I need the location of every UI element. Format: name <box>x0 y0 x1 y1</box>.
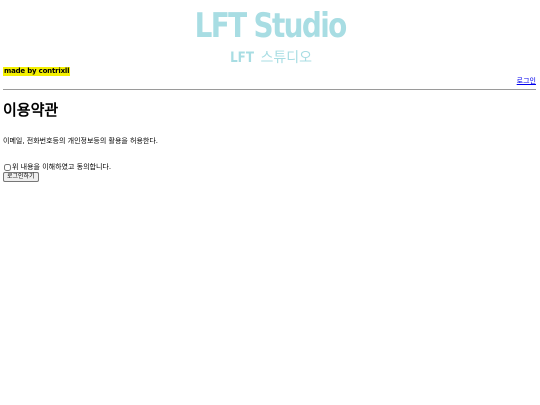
made-by-badge: made by contrixll <box>3 67 71 76</box>
header-divider <box>3 89 536 90</box>
logo-subtitle: LFT 스튜디오 <box>0 48 540 68</box>
logo-subtitle-brand: LFT <box>230 50 254 66</box>
logo-title: LFT Studio <box>194 6 347 46</box>
consent-text: 이메일, 전화번호등의 개인정보등의 활용을 허용한다. <box>3 137 159 145</box>
page-title: 이용약관 <box>3 101 59 119</box>
login-button[interactable]: 로그인하기 <box>3 172 39 182</box>
agree-checkbox[interactable] <box>4 163 11 171</box>
logo-subtitle-text: 스튜디오 <box>256 50 313 66</box>
site-logo: LFT Studio <box>0 6 540 46</box>
agree-row[interactable]: 위 내용을 이해하였고 동의합니다. <box>3 162 111 172</box>
agree-label: 위 내용을 이해하였고 동의합니다. <box>12 163 112 171</box>
login-link[interactable]: 로그인 <box>517 76 536 86</box>
